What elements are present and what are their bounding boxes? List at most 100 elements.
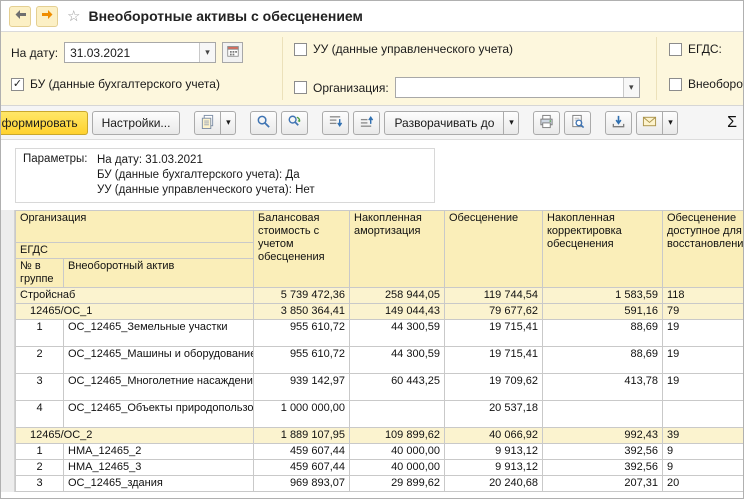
group-number-cell[interactable]: 1: [15, 443, 64, 460]
uu-checkbox[interactable]: [294, 42, 307, 56]
date-dropdown-button[interactable]: ▾: [199, 43, 216, 62]
table-row[interactable]: 4ОС_12465_Объекты природопользования1 00…: [15, 400, 743, 428]
value-cell[interactable]: 9: [662, 459, 743, 476]
asset-name-cell[interactable]: НМА_12465_3: [63, 459, 254, 476]
forward-button[interactable]: [36, 5, 58, 27]
table-row[interactable]: −12465/ОС_21 889 107,95109 899,6240 066,…: [15, 427, 743, 444]
value-cell[interactable]: 1 889 107,95: [253, 427, 350, 444]
find-button[interactable]: [250, 110, 278, 135]
value-cell[interactable]: 9: [662, 443, 743, 460]
value-cell[interactable]: [542, 400, 663, 428]
date-input[interactable]: 31.03.2021 ▾: [64, 42, 217, 63]
table-row[interactable]: 3 ОС_12465_здания 969 893,07 29 899,62 20 24…: [15, 475, 743, 492]
bu-checkbox[interactable]: ✓: [11, 77, 24, 91]
value-cell[interactable]: 1 000 000,00: [253, 400, 350, 428]
value-cell[interactable]: 969 893,07: [253, 475, 350, 492]
value-cell[interactable]: 3 850 364,41: [253, 303, 350, 320]
value-cell[interactable]: 207,31: [542, 475, 663, 492]
autosum-button[interactable]: Σ: [723, 114, 737, 132]
org-checkbox[interactable]: [294, 81, 307, 94]
value-cell[interactable]: 20 537,18: [444, 400, 543, 428]
table-row[interactable]: 1 НМА_12465_2 459 607,44 40 000,00 9 913,12 3…: [15, 443, 743, 460]
value-cell[interactable]: 5 739 472,36: [253, 287, 350, 304]
calendar-button[interactable]: [222, 42, 244, 63]
value-cell[interactable]: 20 240,68: [444, 475, 543, 492]
value-cell[interactable]: 392,56: [542, 443, 663, 460]
asset-name-cell[interactable]: НМА_12465_2: [63, 443, 254, 460]
table-row[interactable]: 2ОС_12465_Машины и оборудование (кроме95…: [15, 346, 743, 374]
asset-name-cell[interactable]: ОС_12465_здания: [63, 475, 254, 492]
group-number-cell[interactable]: 1: [15, 319, 64, 347]
group-number-cell[interactable]: 3: [15, 475, 64, 492]
value-cell[interactable]: 459 607,44: [253, 443, 350, 460]
value-cell[interactable]: 40 000,00: [349, 443, 445, 460]
value-cell[interactable]: 19 715,41: [444, 346, 543, 374]
value-cell[interactable]: 119 744,54: [444, 287, 543, 304]
value-cell[interactable]: 29 899,62: [349, 475, 445, 492]
value-cell[interactable]: 19 715,41: [444, 319, 543, 347]
value-cell[interactable]: 19 709,62: [444, 373, 543, 401]
group-number-cell[interactable]: 2: [15, 346, 64, 374]
value-cell[interactable]: [662, 400, 743, 428]
value-cell[interactable]: 9 913,12: [444, 443, 543, 460]
group-name-cell[interactable]: −Стройснаб: [15, 287, 254, 304]
table-row[interactable]: 3 ОС_12465_Многолетние насаждения 939 142,…: [15, 373, 743, 401]
value-cell[interactable]: 40 066,92: [444, 427, 543, 444]
value-cell[interactable]: [349, 400, 445, 428]
value-cell[interactable]: 939 142,97: [253, 373, 350, 401]
org-combobox[interactable]: ▾: [394, 77, 640, 98]
expand-to-dropdown[interactable]: ▾: [504, 110, 520, 135]
asset-name-cell[interactable]: ОС_12465_Земельные участки: [63, 319, 254, 347]
value-cell[interactable]: 109 899,62: [349, 427, 445, 444]
value-cell[interactable]: 992,43: [542, 427, 663, 444]
value-cell[interactable]: 955 610,72: [253, 319, 350, 347]
value-cell[interactable]: 44 300,59: [349, 319, 445, 347]
send-email-button[interactable]: [636, 110, 664, 135]
asset-name-cell[interactable]: ОС_12465_Объекты природопользования: [63, 400, 254, 428]
send-email-dropdown[interactable]: ▾: [663, 110, 679, 135]
collapse-groups-button[interactable]: [353, 110, 381, 135]
report-variants-button[interactable]: [194, 110, 222, 135]
save-button[interactable]: [605, 110, 633, 135]
value-cell[interactable]: 88,69: [542, 346, 663, 374]
table-row[interactable]: −Стройснаб5 739 472,36258 944,05119 744,…: [15, 287, 743, 304]
generate-button[interactable]: Сформировать: [1, 110, 88, 135]
value-cell[interactable]: 19: [662, 373, 743, 401]
value-cell[interactable]: 60 443,25: [349, 373, 445, 401]
value-cell[interactable]: 149 044,43: [349, 303, 445, 320]
back-button[interactable]: [9, 5, 31, 27]
table-row[interactable]: −12465/ОС_13 850 364,41149 044,4379 677,…: [15, 303, 743, 320]
value-cell[interactable]: 392,56: [542, 459, 663, 476]
asset-name-cell[interactable]: ОС_12465_Машины и оборудование (кроме: [63, 346, 254, 374]
expand-to-button[interactable]: Разворачивать до: [384, 110, 505, 135]
vneob-checkbox[interactable]: [669, 77, 682, 91]
group-number-cell[interactable]: 4: [15, 400, 64, 428]
find-next-button[interactable]: [281, 110, 309, 135]
value-cell[interactable]: 39: [662, 427, 743, 444]
egds-checkbox[interactable]: [669, 42, 682, 56]
value-cell[interactable]: 591,16: [542, 303, 663, 320]
value-cell[interactable]: 955 610,72: [253, 346, 350, 374]
favorite-star-icon[interactable]: ☆: [67, 7, 80, 25]
value-cell[interactable]: 20: [662, 475, 743, 492]
table-row[interactable]: 2 НМА_12465_3 459 607,44 40 000,00 9 913,12 3…: [15, 459, 743, 476]
group-name-cell[interactable]: −12465/ОС_2: [15, 427, 254, 444]
value-cell[interactable]: 9 913,12: [444, 459, 543, 476]
value-cell[interactable]: 118: [662, 287, 743, 304]
print-preview-button[interactable]: [564, 110, 592, 135]
group-number-cell[interactable]: 3: [15, 373, 64, 401]
value-cell[interactable]: 1 583,59: [542, 287, 663, 304]
settings-button[interactable]: Настройки...: [91, 110, 181, 135]
value-cell[interactable]: 40 000,00: [349, 459, 445, 476]
expand-groups-button[interactable]: [322, 110, 350, 135]
value-cell[interactable]: 79: [662, 303, 743, 320]
group-name-cell[interactable]: −12465/ОС_1: [15, 303, 254, 320]
asset-name-cell[interactable]: ОС_12465_Многолетние насаждения: [63, 373, 254, 401]
value-cell[interactable]: 79 677,62: [444, 303, 543, 320]
value-cell[interactable]: 19: [662, 319, 743, 347]
value-cell[interactable]: 459 607,44: [253, 459, 350, 476]
table-row[interactable]: 1 ОС_12465_Земельные участки 955 610,72 44 …: [15, 319, 743, 347]
report-variants-dropdown[interactable]: ▾: [221, 110, 237, 135]
value-cell[interactable]: 413,78: [542, 373, 663, 401]
value-cell[interactable]: 258 944,05: [349, 287, 445, 304]
